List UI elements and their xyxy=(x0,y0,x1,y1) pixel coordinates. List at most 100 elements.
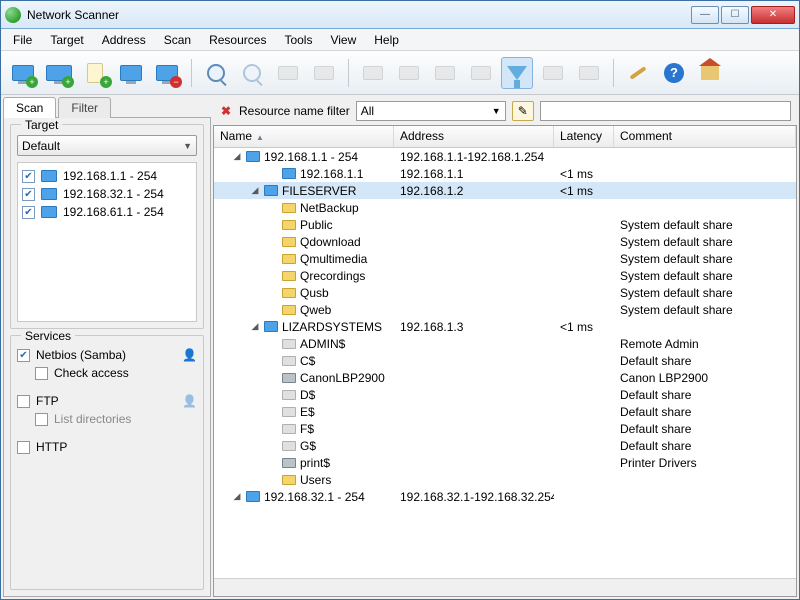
menu-resources[interactable]: Resources xyxy=(201,31,274,49)
grid-row[interactable]: PublicSystem default share xyxy=(214,216,796,233)
menu-address[interactable]: Address xyxy=(94,31,154,49)
tb-filter[interactable] xyxy=(501,57,533,89)
tb-import[interactable]: + xyxy=(79,57,111,89)
maximize-button[interactable]: ☐ xyxy=(721,6,749,24)
tab-filter[interactable]: Filter xyxy=(58,97,111,118)
menu-target[interactable]: Target xyxy=(42,31,91,49)
grid-row[interactable]: QdownloadSystem default share xyxy=(214,233,796,250)
target-range-2[interactable]: ✔ 192.168.61.1 - 254 xyxy=(22,203,192,221)
folder-icon xyxy=(282,203,296,213)
col-name[interactable]: Name▲ xyxy=(214,126,394,147)
filter-input[interactable] xyxy=(540,101,791,121)
col-comment[interactable]: Comment xyxy=(614,126,796,147)
folder-icon xyxy=(282,271,296,281)
left-tab-body: Target Default ▼ ✔ 192.168.1.1 - 254 xyxy=(3,117,211,597)
grid-row[interactable]: ◢192.168.1.1 - 254192.168.1.1-192.168.1.… xyxy=(214,148,796,165)
grid-row[interactable]: ◢LIZARDSYSTEMS192.168.1.3<1 ms xyxy=(214,318,796,335)
printer-icon xyxy=(282,458,296,468)
grid-row[interactable]: ◢192.168.32.1 - 254192.168.32.1-192.168.… xyxy=(214,488,796,505)
grid-row[interactable]: F$Default share xyxy=(214,420,796,437)
checkbox-icon[interactable]: ✔ xyxy=(17,349,30,362)
checkbox-icon[interactable]: ✔ xyxy=(22,170,35,183)
service-netbios[interactable]: ✔ Netbios (Samba) 👤 xyxy=(17,346,197,364)
target-preset[interactable]: Default ▼ xyxy=(17,135,197,156)
grid-row[interactable]: ◢FILESERVER192.168.1.2<1 ms xyxy=(214,182,796,199)
service-http[interactable]: HTTP xyxy=(17,438,197,456)
clear-filter-button[interactable]: ✖ xyxy=(219,104,233,118)
minimize-button[interactable]: — xyxy=(691,6,719,24)
expander-icon[interactable]: ◢ xyxy=(232,152,242,162)
edit-filter-button[interactable]: ✎ xyxy=(512,101,534,121)
checkbox-icon[interactable] xyxy=(35,413,48,426)
tb-tree2[interactable] xyxy=(573,57,605,89)
checkbox-icon[interactable] xyxy=(35,367,48,380)
grid-row[interactable]: ADMIN$Remote Admin xyxy=(214,335,796,352)
tb-res4[interactable] xyxy=(465,57,497,89)
checkbox-icon[interactable] xyxy=(17,441,30,454)
services-label: Services xyxy=(21,329,75,343)
right-panel: ✖ Resource name filter All ▼ ✎ Name▲ Add… xyxy=(213,95,799,599)
grid-row[interactable]: 192.168.1.1192.168.1.1<1 ms xyxy=(214,165,796,182)
person-icon: 👤 xyxy=(182,394,197,408)
tb-home[interactable] xyxy=(694,57,726,89)
grid-row[interactable]: QmultimediaSystem default share xyxy=(214,250,796,267)
app-icon xyxy=(5,7,21,23)
service-ftp-sub[interactable]: List directories xyxy=(17,410,197,428)
expander-icon[interactable]: ◢ xyxy=(250,186,260,196)
titlebar[interactable]: Network Scanner — ☐ ✕ xyxy=(1,1,799,29)
menu-scan[interactable]: Scan xyxy=(156,31,199,49)
grid-row[interactable]: C$Default share xyxy=(214,352,796,369)
checkbox-icon[interactable] xyxy=(17,395,30,408)
tb-res3[interactable] xyxy=(429,57,461,89)
grid-row[interactable]: D$Default share xyxy=(214,386,796,403)
grid-row[interactable]: NetBackup xyxy=(214,199,796,216)
tb-tree1[interactable] xyxy=(537,57,569,89)
grid-body[interactable]: ◢192.168.1.1 - 254192.168.1.1-192.168.1.… xyxy=(214,148,796,578)
target-range-1[interactable]: ✔ 192.168.32.1 - 254 xyxy=(22,185,192,203)
checkbox-icon[interactable]: ✔ xyxy=(22,206,35,219)
monitor-icon xyxy=(246,151,260,162)
grid-row[interactable]: QusbSystem default share xyxy=(214,284,796,301)
tb-scan[interactable] xyxy=(200,57,232,89)
grid-row[interactable]: QrecordingsSystem default share xyxy=(214,267,796,284)
menu-view[interactable]: View xyxy=(322,31,364,49)
grid-row[interactable]: CanonLBP2900Canon LBP2900 xyxy=(214,369,796,386)
grid-row[interactable]: QwebSystem default share xyxy=(214,301,796,318)
tb-edit-target[interactable] xyxy=(115,57,147,89)
col-address[interactable]: Address xyxy=(394,126,554,147)
tb-add-target[interactable]: + xyxy=(7,57,39,89)
grid-row[interactable]: E$Default share xyxy=(214,403,796,420)
grid-row[interactable]: print$Printer Drivers xyxy=(214,454,796,471)
service-ftp[interactable]: FTP 👤 xyxy=(17,392,197,410)
grid-row[interactable]: G$Default share xyxy=(214,437,796,454)
menu-help[interactable]: Help xyxy=(366,31,407,49)
grid-row[interactable]: Users xyxy=(214,471,796,488)
tb-folder2[interactable] xyxy=(308,57,340,89)
filter-select[interactable]: All ▼ xyxy=(356,101,506,121)
sort-asc-icon: ▲ xyxy=(256,133,264,142)
tb-folder1[interactable] xyxy=(272,57,304,89)
tb-add-range[interactable]: + xyxy=(43,57,75,89)
menubar: File Target Address Scan Resources Tools… xyxy=(1,29,799,51)
close-button[interactable]: ✕ xyxy=(751,6,795,24)
folder-icon xyxy=(282,475,296,485)
tb-remove-target[interactable]: − xyxy=(151,57,183,89)
monitor-icon xyxy=(41,188,57,200)
expander-icon[interactable]: ◢ xyxy=(232,492,242,502)
target-range-0[interactable]: ✔ 192.168.1.1 - 254 xyxy=(22,167,192,185)
expander-icon[interactable]: ◢ xyxy=(250,322,260,332)
checkbox-icon[interactable]: ✔ xyxy=(22,188,35,201)
service-netbios-sub[interactable]: Check access xyxy=(17,364,197,382)
app-window: Network Scanner — ☐ ✕ File Target Addres… xyxy=(0,0,800,600)
col-latency[interactable]: Latency xyxy=(554,126,614,147)
tab-scan[interactable]: Scan xyxy=(3,97,56,118)
tb-res2[interactable] xyxy=(393,57,425,89)
menu-tools[interactable]: Tools xyxy=(276,31,320,49)
tb-res1[interactable] xyxy=(357,57,389,89)
tb-settings[interactable] xyxy=(622,57,654,89)
folder-icon xyxy=(282,254,296,264)
menu-file[interactable]: File xyxy=(5,31,40,49)
tb-help[interactable]: ? xyxy=(658,57,690,89)
horizontal-scrollbar[interactable] xyxy=(214,578,796,596)
tb-rescan[interactable] xyxy=(236,57,268,89)
